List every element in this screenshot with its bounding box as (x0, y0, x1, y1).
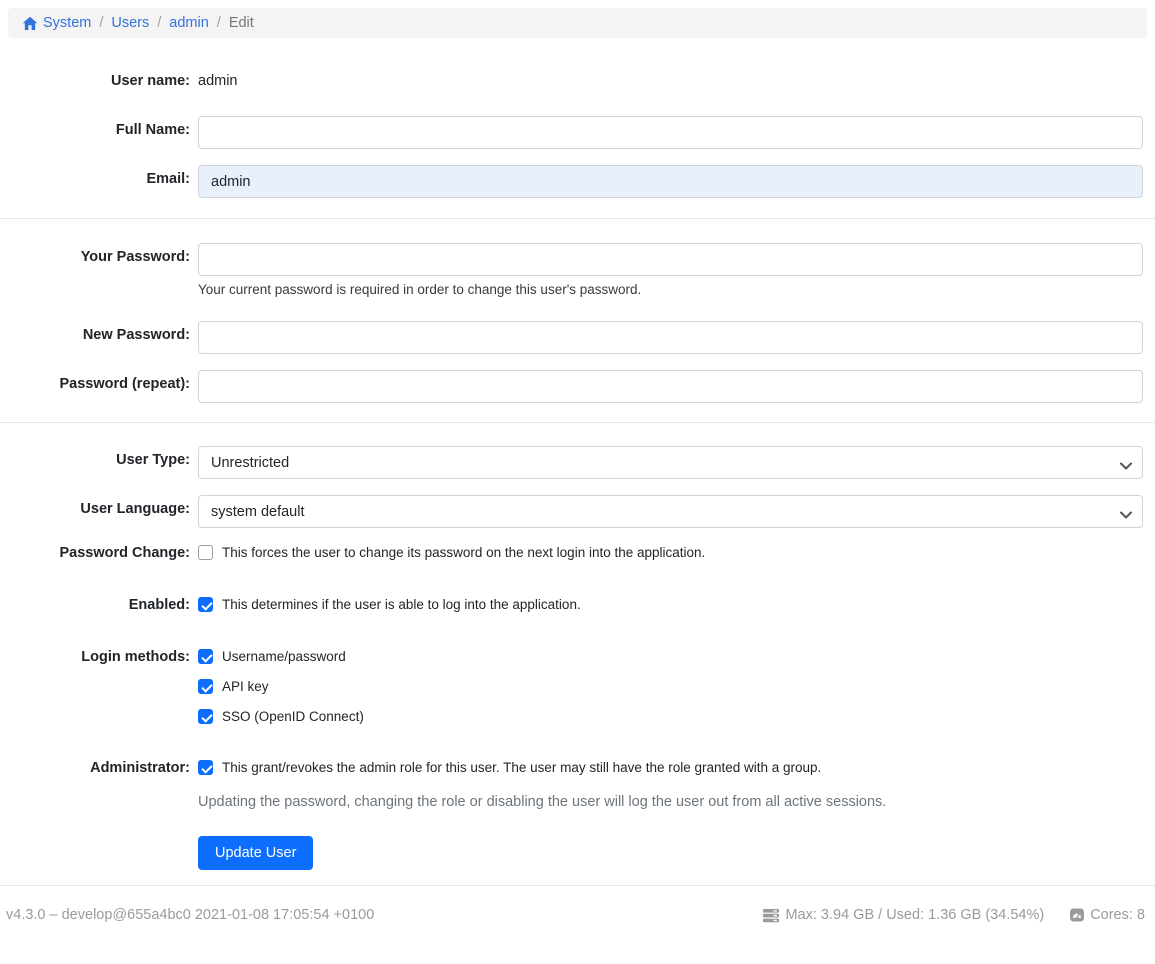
session-logout-note: Updating the password, changing the role… (198, 793, 1143, 811)
enabled-label: Enabled: (0, 596, 190, 614)
update-user-button[interactable]: Update User (198, 836, 313, 870)
full-name-label: Full Name: (0, 116, 190, 139)
enabled-text: This determines if the user is able to l… (222, 596, 581, 613)
password-change-text: This forces the user to change its passw… (222, 544, 705, 561)
cores-stat: Cores: 8 (1070, 907, 1145, 923)
breadcrumb-link-users[interactable]: Users (111, 15, 149, 31)
footer: v4.3.0 – develop@655a4bc0 2021-01-08 17:… (0, 886, 1155, 923)
breadcrumb: System / Users / admin / Edit (8, 8, 1147, 38)
user-type-select[interactable]: Unrestricted (198, 446, 1143, 479)
login-methods-label: Login methods: (0, 648, 190, 666)
section-basic-info: User name: admin Full Name: Email: (0, 46, 1155, 219)
breadcrumb-link-admin[interactable]: admin (169, 15, 209, 31)
user-language-select[interactable]: system default (198, 495, 1143, 528)
password-repeat-input[interactable] (198, 370, 1143, 403)
administrator-checkbox[interactable] (198, 760, 213, 775)
section-password: Your Password: Your current password is … (0, 219, 1155, 423)
new-password-label: New Password: (0, 321, 190, 344)
password-change-checkbox[interactable] (198, 545, 213, 560)
breadcrumb-label-system[interactable]: System (43, 15, 91, 31)
your-password-input[interactable] (198, 243, 1143, 276)
password-change-label: Password Change: (0, 544, 190, 562)
login-method-sso-text: SSO (OpenID Connect) (222, 708, 364, 725)
login-method-sso-checkbox[interactable] (198, 709, 213, 724)
breadcrumb-separator: / (157, 15, 161, 31)
section-settings: User Type: Unrestricted User Language: s… (0, 423, 1155, 886)
cores-text: Cores: 8 (1090, 907, 1145, 923)
full-name-input[interactable] (198, 116, 1143, 149)
email-input[interactable] (198, 165, 1143, 198)
breadcrumb-separator: / (217, 15, 221, 31)
your-password-help: Your current password is required in ord… (198, 281, 1143, 299)
login-method-username-password-text: Username/password (222, 648, 346, 665)
administrator-text: This grant/revokes the admin role for th… (222, 759, 821, 776)
user-name-label: User name: (0, 72, 190, 90)
administrator-label: Administrator: (0, 759, 190, 777)
your-password-label: Your Password: (0, 243, 190, 266)
login-method-username-password-checkbox[interactable] (198, 649, 213, 664)
breadcrumb-link-system[interactable]: System (22, 15, 91, 31)
memory-text: Max: 3.94 GB / Used: 1.36 GB (34.54%) (785, 907, 1044, 923)
user-type-label: User Type: (0, 446, 190, 469)
breadcrumb-separator: / (99, 15, 103, 31)
login-method-api-key-text: API key (222, 678, 269, 695)
breadcrumb-current-edit: Edit (229, 15, 254, 31)
memory-stat: Max: 3.94 GB / Used: 1.36 GB (34.54%) (763, 907, 1044, 923)
login-method-api-key-checkbox[interactable] (198, 679, 213, 694)
gauge-icon (1070, 908, 1084, 922)
user-name-value: admin (198, 72, 1143, 90)
home-icon (22, 16, 38, 31)
email-label: Email: (0, 165, 190, 188)
new-password-input[interactable] (198, 321, 1143, 354)
password-repeat-label: Password (repeat): (0, 370, 190, 393)
version-info: v4.3.0 – develop@655a4bc0 2021-01-08 17:… (6, 907, 374, 923)
user-language-label: User Language: (0, 495, 190, 518)
memory-icon (763, 908, 779, 923)
enabled-checkbox[interactable] (198, 597, 213, 612)
